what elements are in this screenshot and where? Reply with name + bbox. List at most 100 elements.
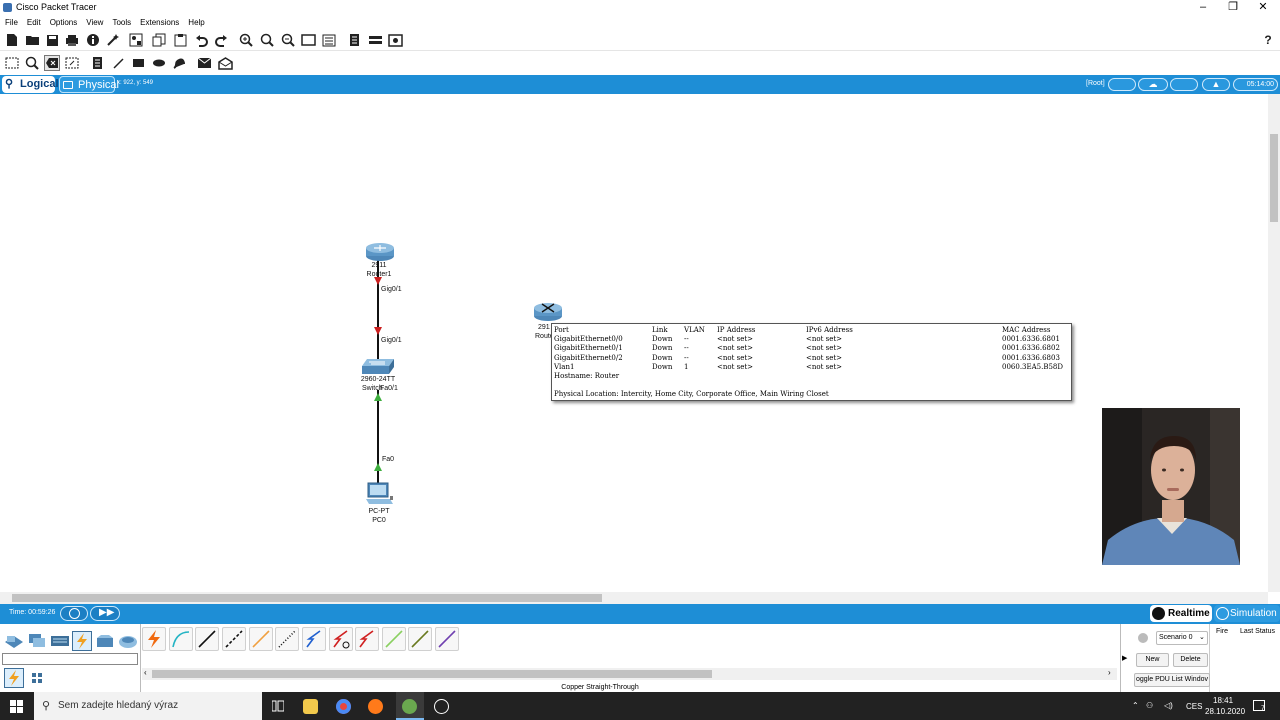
undo-icon[interactable] bbox=[193, 32, 209, 48]
zoom-reset-icon[interactable] bbox=[259, 32, 275, 48]
close-button[interactable]: ✕ bbox=[1248, 1, 1278, 15]
tab-physical[interactable]: Physical bbox=[59, 76, 119, 93]
viewport-clock[interactable]: 05:14:00 bbox=[1233, 78, 1278, 91]
new-cluster-button[interactable]: ☁ bbox=[1138, 78, 1168, 91]
components-icon[interactable] bbox=[50, 631, 70, 651]
network-devices-icon[interactable] bbox=[4, 631, 24, 651]
taskbar-time[interactable]: 18:41 bbox=[1213, 696, 1233, 705]
save-icon[interactable] bbox=[44, 32, 60, 48]
pdu-expand-icon[interactable]: ▶ bbox=[1122, 654, 1127, 662]
notification-icon[interactable]: 7 bbox=[1253, 700, 1265, 712]
redo-icon[interactable] bbox=[213, 32, 229, 48]
fiber-icon[interactable] bbox=[249, 627, 273, 651]
print-icon[interactable] bbox=[64, 32, 80, 48]
pc-icon[interactable] bbox=[366, 482, 394, 509]
tray-chevron-icon[interactable]: ⌃ bbox=[1132, 701, 1139, 710]
draw-rectangle-icon[interactable] bbox=[130, 55, 146, 71]
restore-button[interactable]: ❐ bbox=[1218, 1, 1248, 15]
set-background-button[interactable]: ▲ bbox=[1202, 78, 1230, 91]
vertical-scrollbar[interactable] bbox=[1268, 94, 1280, 592]
obs-icon[interactable] bbox=[434, 699, 449, 714]
people-icon[interactable]: ⚇ bbox=[1146, 701, 1153, 710]
vertical-scroll-thumb[interactable] bbox=[1270, 134, 1278, 222]
menu-view[interactable]: View bbox=[81, 16, 107, 27]
serial-dte-icon[interactable] bbox=[355, 627, 379, 651]
menu-help[interactable]: Help bbox=[183, 16, 208, 27]
misc-icon[interactable] bbox=[95, 631, 115, 651]
console-cable-icon[interactable] bbox=[169, 627, 193, 651]
copy-icon[interactable] bbox=[151, 32, 167, 48]
root-label[interactable]: [Root] bbox=[1086, 80, 1105, 87]
phone-cable-icon[interactable] bbox=[275, 627, 299, 651]
scroll-left-icon[interactable]: ‹ bbox=[144, 668, 147, 677]
move-object-button[interactable] bbox=[1170, 78, 1198, 91]
iot-custom-cable-icon[interactable] bbox=[408, 627, 432, 651]
connection-auto-icon[interactable] bbox=[4, 668, 24, 688]
inspect-icon[interactable] bbox=[24, 55, 40, 71]
device-type-field[interactable] bbox=[2, 653, 138, 665]
tab-logical[interactable]: ⚲ Logical bbox=[2, 76, 59, 93]
realtime-mode-button[interactable]: Realtime bbox=[1150, 605, 1212, 622]
octal-cable-icon[interactable] bbox=[382, 627, 406, 651]
scenario-select[interactable]: Scenario 0 ⌄ bbox=[1156, 631, 1208, 645]
serial-dce-icon[interactable] bbox=[329, 627, 353, 651]
copper-cross-over-icon[interactable] bbox=[222, 627, 246, 651]
zoom-in-icon[interactable] bbox=[238, 32, 254, 48]
wizard-icon[interactable] bbox=[105, 32, 121, 48]
language-indicator[interactable]: CES bbox=[1186, 702, 1202, 711]
file-explorer-icon[interactable] bbox=[303, 699, 318, 714]
notes-icon[interactable] bbox=[321, 32, 337, 48]
menu-options[interactable]: Options bbox=[45, 16, 82, 27]
add-simple-pdu-icon[interactable] bbox=[196, 55, 212, 71]
multiuser-icon[interactable] bbox=[118, 631, 138, 651]
draw-line-icon[interactable] bbox=[110, 55, 126, 71]
toggle-pdu-list-button[interactable]: oggle PDU List Windov bbox=[1134, 673, 1210, 687]
draw-ellipse-icon[interactable] bbox=[151, 55, 167, 71]
drawing-palette-icon[interactable] bbox=[128, 32, 144, 48]
firefox-icon[interactable] bbox=[368, 699, 383, 714]
freeform-icon[interactable] bbox=[171, 55, 187, 71]
usb-cable-icon[interactable] bbox=[435, 627, 459, 651]
windows-start-icon[interactable] bbox=[10, 700, 23, 716]
packet-tracer-taskbar-button[interactable] bbox=[396, 692, 424, 720]
taskbar-date[interactable]: 28.10.2020 bbox=[1205, 707, 1245, 716]
horizontal-scroll-thumb[interactable] bbox=[12, 594, 602, 602]
info-icon[interactable] bbox=[85, 32, 101, 48]
chrome-icon[interactable] bbox=[336, 699, 351, 714]
taskbar-search[interactable]: ⚲ Sem zadejte hledaný výraz bbox=[34, 692, 262, 720]
delete-icon[interactable] bbox=[44, 55, 60, 71]
copper-straight-through-icon[interactable] bbox=[195, 627, 219, 651]
new-scenario-button[interactable]: New bbox=[1136, 653, 1169, 667]
coaxial-cable-icon[interactable] bbox=[302, 627, 326, 651]
task-view-icon[interactable] bbox=[271, 700, 285, 715]
open-icon[interactable] bbox=[24, 32, 40, 48]
automatic-connection-icon[interactable] bbox=[142, 627, 166, 651]
add-complex-pdu-icon[interactable] bbox=[217, 55, 233, 71]
menu-file[interactable]: File bbox=[0, 16, 22, 27]
connection-scrollbar[interactable]: ‹ › bbox=[142, 668, 1117, 680]
delete-scenario-button[interactable]: Delete bbox=[1173, 653, 1208, 667]
horizontal-scrollbar[interactable] bbox=[0, 592, 1268, 604]
connections-icon[interactable] bbox=[72, 631, 92, 651]
connection-scroll-thumb[interactable] bbox=[152, 670, 712, 678]
speaker-icon[interactable]: ◁) bbox=[1164, 701, 1173, 710]
end-devices-icon[interactable] bbox=[27, 631, 47, 651]
paste-icon[interactable] bbox=[172, 32, 188, 48]
cluster-icon[interactable] bbox=[367, 32, 383, 48]
place-note-icon[interactable] bbox=[89, 55, 105, 71]
menu-edit[interactable]: Edit bbox=[22, 16, 45, 27]
network-info-icon[interactable] bbox=[387, 32, 403, 48]
simulation-mode-button[interactable]: Simulation bbox=[1214, 605, 1280, 622]
scroll-right-icon[interactable]: › bbox=[1108, 668, 1111, 677]
fast-forward-button[interactable]: ▶▶ bbox=[90, 606, 120, 621]
help-icon[interactable]: ? bbox=[1260, 32, 1276, 48]
new-icon[interactable] bbox=[4, 32, 20, 48]
grid-icon[interactable] bbox=[27, 668, 47, 688]
resize-icon[interactable] bbox=[64, 55, 80, 71]
menu-tools[interactable]: Tools bbox=[107, 16, 135, 27]
select-icon[interactable] bbox=[4, 55, 20, 71]
zoom-out-icon[interactable] bbox=[280, 32, 296, 48]
custom-device-icon[interactable] bbox=[346, 32, 362, 48]
viewport-icon[interactable] bbox=[300, 32, 316, 48]
menu-extensions[interactable]: Extensions bbox=[135, 16, 183, 27]
